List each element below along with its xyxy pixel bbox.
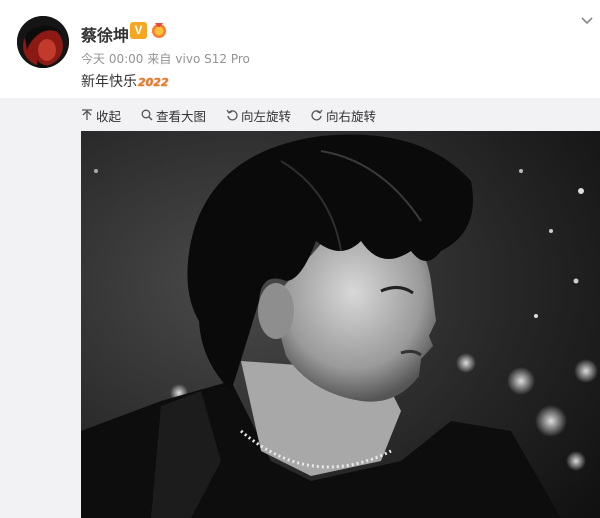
post-text: 新年快乐2022 [81, 71, 169, 91]
view-large-button[interactable]: 查看大图 [141, 106, 206, 125]
media-toolbar: 收起 查看大图 向左旋转 向右旋转 [81, 106, 376, 124]
post-header: 蔡徐坤 V 今天 00:00 来自 vivo S12 Pro 新年快乐2022 [0, 0, 600, 98]
magnifier-icon [141, 109, 153, 121]
post-text-body: 新年快乐 [81, 74, 137, 90]
collapse-button[interactable]: 收起 [81, 106, 121, 125]
rotate-right-button[interactable]: 向右旋转 [311, 106, 376, 125]
chevron-down-icon[interactable] [580, 16, 594, 26]
source-prefix: 来自 [147, 52, 172, 66]
post-time: 今天 00:00 [81, 52, 144, 66]
verified-badge-icon: V [130, 22, 147, 39]
rotate-left-label: 向左旋转 [241, 108, 292, 124]
rotate-left-icon [226, 109, 238, 121]
collapse-label: 收起 [96, 108, 122, 124]
rotate-right-icon [311, 109, 323, 121]
rotate-left-button[interactable]: 向左旋转 [226, 106, 291, 125]
post-photo[interactable] [81, 131, 600, 518]
source-device[interactable]: vivo S12 Pro [175, 52, 249, 66]
avatar[interactable] [17, 16, 69, 68]
post-meta: 今天 00:00 来自 vivo S12 Pro [81, 50, 254, 67]
medal-icon [152, 23, 166, 38]
avatar-image [17, 16, 69, 68]
username[interactable]: 蔡徐坤 [81, 22, 129, 46]
collapse-up-icon [82, 109, 92, 120]
portrait-image [81, 131, 600, 518]
view-large-label: 查看大图 [156, 108, 207, 124]
rotate-right-label: 向右旋转 [326, 108, 377, 124]
media-area: 收起 查看大图 向左旋转 向右旋转 [0, 98, 600, 518]
post-text-year: 2022 [138, 76, 169, 89]
